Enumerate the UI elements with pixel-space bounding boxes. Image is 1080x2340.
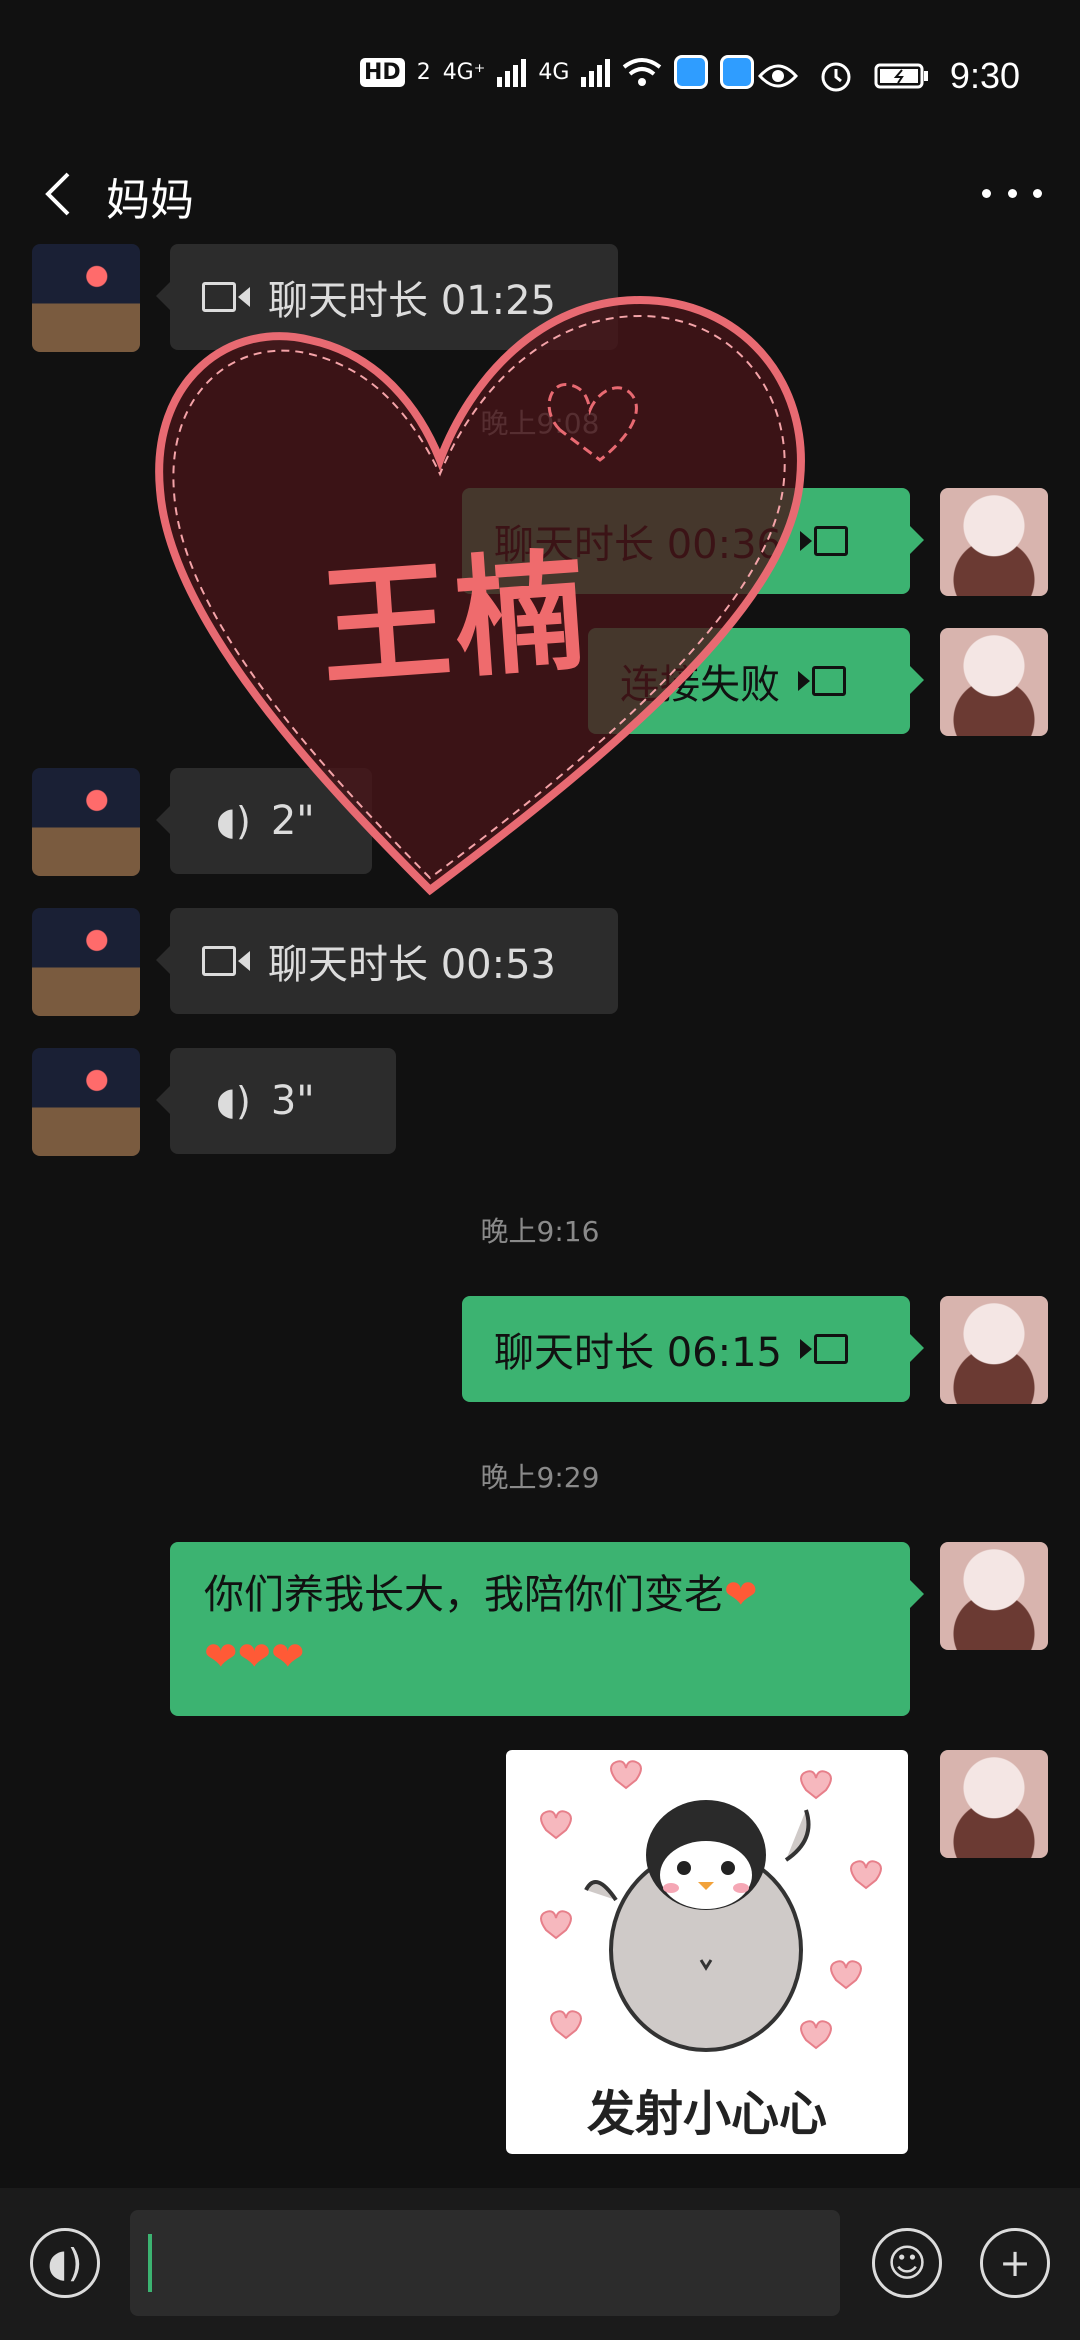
video-call-icon bbox=[800, 526, 848, 556]
app-notification-icon-2 bbox=[720, 55, 755, 89]
status-right: 9:30 bbox=[757, 55, 1020, 97]
voice-message[interactable]: ◖) 3" bbox=[156, 1048, 396, 1154]
hd-badge: HD bbox=[360, 57, 405, 87]
input-bar: ◖) ☺ + bbox=[0, 2188, 1080, 2340]
call-status-text: 连接失败 bbox=[620, 662, 780, 708]
voice-duration: 2" bbox=[270, 798, 315, 844]
timestamp: 晚上9:29 bbox=[480, 1461, 600, 1494]
contact-avatar[interactable] bbox=[32, 1048, 140, 1156]
signal-icon bbox=[497, 57, 527, 87]
voice-duration: 3" bbox=[270, 1078, 315, 1124]
video-call-icon bbox=[798, 666, 846, 696]
chat-title: 妈妈 bbox=[106, 175, 194, 226]
call-duration-text: 聊天时长 06:15 bbox=[494, 1330, 782, 1376]
voice-message[interactable]: ◖) 2" bbox=[156, 768, 372, 874]
net2-label: 4G bbox=[538, 59, 570, 85]
video-call-record[interactable]: 连接失败 bbox=[588, 628, 924, 734]
video-call-record[interactable]: 聊天时长 00:36 bbox=[462, 488, 924, 594]
my-avatar[interactable] bbox=[940, 488, 1048, 596]
heart-emoji: ❤ bbox=[724, 1572, 758, 1618]
text-caret bbox=[148, 2234, 152, 2292]
my-avatar[interactable] bbox=[940, 628, 1048, 736]
hd-sub: 2 bbox=[416, 59, 431, 85]
sticker-caption: 发射小心心 bbox=[586, 2086, 827, 2142]
text-message[interactable]: 你们养我长大，我陪你们变老❤ ❤❤❤ bbox=[170, 1542, 924, 1716]
signal-icon-2 bbox=[581, 57, 611, 87]
sticker-message[interactable]: 发射小心心 bbox=[506, 1750, 908, 2154]
contact-avatar[interactable] bbox=[32, 908, 140, 1016]
heart-emoji-row: ❤❤❤ bbox=[204, 1634, 305, 1680]
more-options-icon[interactable] bbox=[982, 178, 1042, 208]
my-avatar[interactable] bbox=[940, 1542, 1048, 1650]
alarm-icon bbox=[821, 62, 851, 92]
status-bar: HD 2 4G⁺ 4G 9:30 bbox=[0, 0, 1080, 150]
chat-header: 妈妈 bbox=[0, 150, 1080, 240]
emoji-icon[interactable]: ☺ bbox=[872, 2228, 942, 2298]
battery-icon bbox=[874, 63, 928, 89]
call-duration-text: 聊天时长 00:36 bbox=[494, 522, 782, 568]
message-text: 你们养我长大，我陪你们变老 bbox=[204, 1572, 724, 1618]
back-icon[interactable] bbox=[32, 164, 92, 224]
eye-icon bbox=[757, 64, 798, 88]
voice-input-icon[interactable]: ◖) bbox=[30, 2228, 100, 2298]
video-call-record[interactable]: 聊天时长 01:25 bbox=[156, 244, 618, 350]
app-notification-icon bbox=[674, 55, 709, 89]
voice-wave-icon: ◖) bbox=[216, 799, 251, 843]
message-input[interactable] bbox=[130, 2210, 840, 2316]
my-avatar[interactable] bbox=[940, 1750, 1048, 1858]
my-avatar[interactable] bbox=[940, 1296, 1048, 1404]
status-left: HD 2 4G⁺ 4G bbox=[360, 55, 755, 89]
clock: 9:30 bbox=[949, 55, 1020, 96]
call-duration-text: 聊天时长 01:25 bbox=[268, 278, 556, 324]
plus-icon[interactable]: + bbox=[980, 2228, 1050, 2298]
video-call-icon bbox=[202, 946, 250, 976]
call-duration-text: 聊天时长 00:53 bbox=[268, 942, 556, 988]
timestamp: 晚上9:16 bbox=[480, 1215, 600, 1248]
wifi-icon bbox=[623, 58, 662, 86]
voice-wave-icon: ◖) bbox=[216, 1079, 251, 1123]
video-call-icon bbox=[202, 282, 250, 312]
video-call-record[interactable]: 聊天时长 00:53 bbox=[156, 908, 618, 1014]
contact-avatar[interactable] bbox=[32, 244, 140, 352]
timestamp: 晚上9:08 bbox=[480, 407, 600, 440]
video-call-icon bbox=[800, 1334, 848, 1364]
video-call-record[interactable]: 聊天时长 06:15 bbox=[462, 1296, 924, 1402]
contact-avatar[interactable] bbox=[32, 768, 140, 876]
net1-label: 4G⁺ bbox=[442, 59, 486, 85]
penguin-sticker-image bbox=[540, 1760, 882, 2052]
